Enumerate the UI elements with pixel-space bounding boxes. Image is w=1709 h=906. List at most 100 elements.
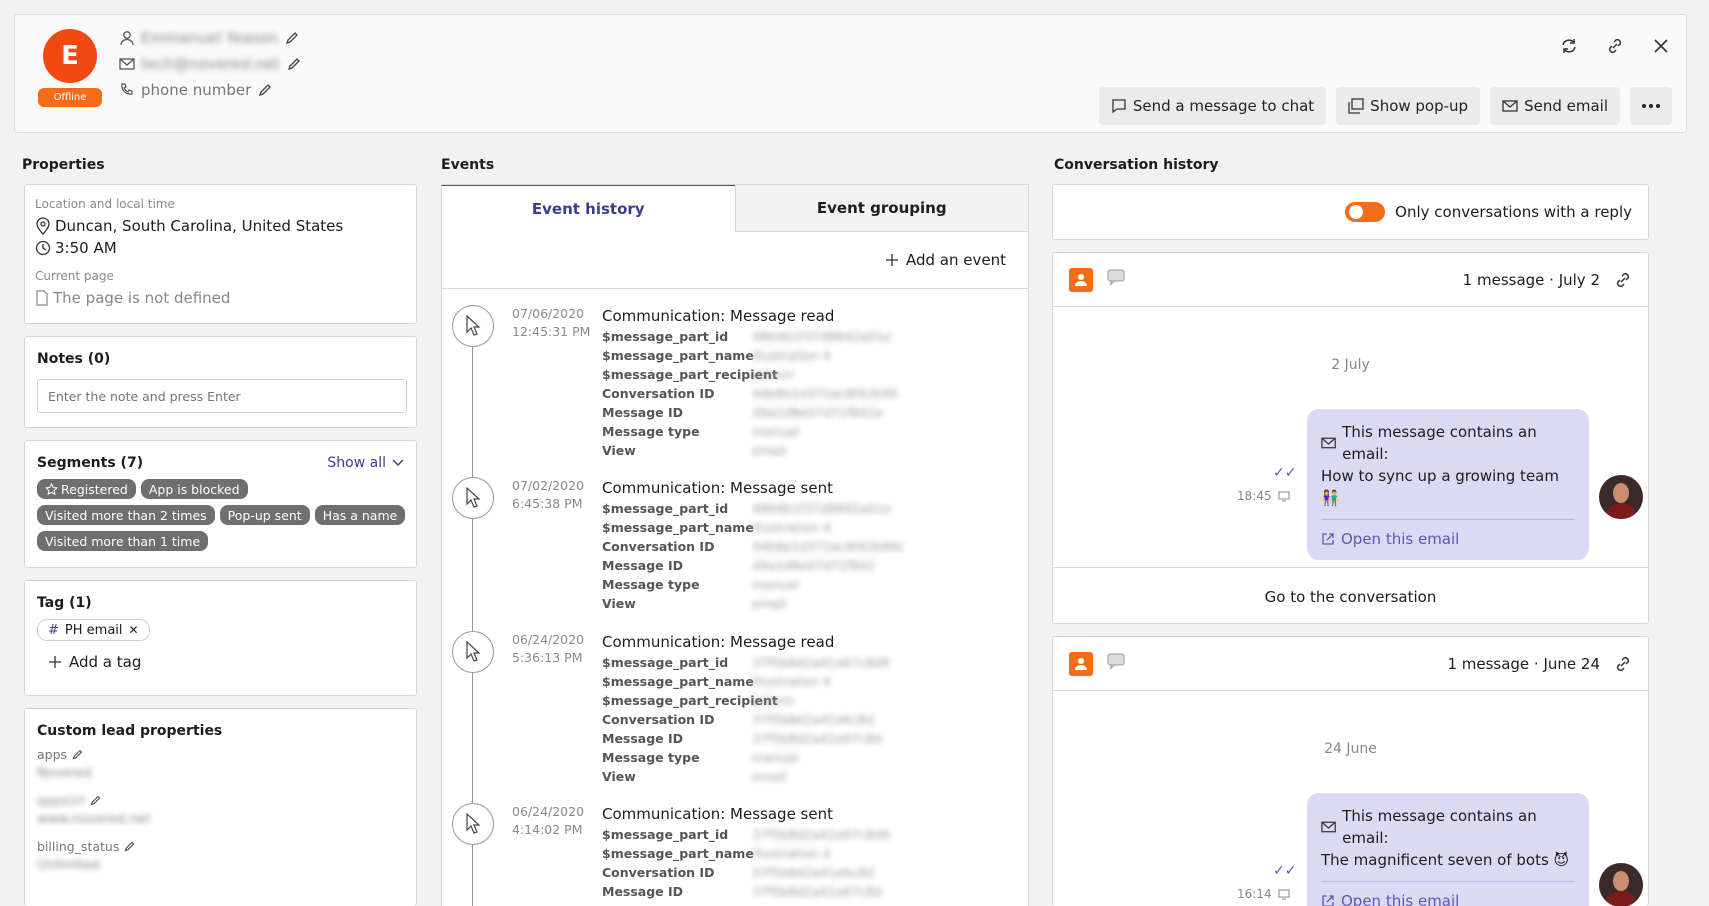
phone-row: phone number (119, 81, 273, 99)
conversation-meta: 1 message · July 2 (1462, 270, 1600, 289)
segment-chip[interactable]: Visited more than 2 times (37, 505, 215, 525)
segment-chip[interactable]: Pop-up sent (219, 505, 310, 525)
conversations-title: Conversation history (1054, 157, 1219, 173)
star-icon (45, 482, 58, 495)
link-icon[interactable] (1614, 655, 1632, 673)
open-email-link[interactable]: Open this email (1321, 530, 1575, 548)
link-icon[interactable] (1614, 271, 1632, 289)
bubble-divider (1321, 519, 1575, 520)
more-icon (1642, 104, 1660, 108)
edit-property-icon[interactable] (71, 748, 84, 761)
chevron-down-icon (392, 459, 404, 467)
chat-bubble-icon (1107, 653, 1127, 675)
property-value: Juliann (752, 367, 795, 382)
edit-email-icon[interactable] (286, 56, 302, 72)
property-key: $message_part_recipient (602, 367, 778, 382)
segment-chip[interactable]: Has a name (314, 505, 406, 525)
custom-property-key-row: billing_status (37, 839, 404, 854)
show-all-segments[interactable]: Show all (327, 455, 404, 471)
event-title: Communication: Message read (602, 633, 835, 651)
property-key: View (602, 769, 636, 784)
event-time: 6:45:38 PM (512, 496, 583, 511)
property-value: Illustration 4 (752, 348, 831, 363)
message-time-row: 16:14 (1237, 887, 1290, 901)
external-link-icon (1322, 533, 1334, 545)
more-actions-button[interactable] (1630, 87, 1672, 125)
property-value: 37f5b8d2a41e6c8d (752, 712, 875, 727)
close-icon[interactable] (1650, 35, 1672, 57)
property-key: Conversation ID (602, 386, 715, 401)
location-card: Location and local time Duncan, South Ca… (24, 184, 417, 324)
property-value: email (752, 443, 787, 458)
remove-tag-icon[interactable]: ✕ (129, 623, 139, 637)
mail-icon (1321, 437, 1336, 449)
property-value: Illustration 4 (752, 674, 831, 689)
reply-filter-label: Only conversations with a reply (1395, 203, 1632, 221)
lead-email: tech@novered.net (141, 55, 280, 73)
event-property: $message_part_id 37f5b8d2a41e67c8d9 (602, 653, 890, 672)
event-properties: $message_part_id 37f5b8d2a41e67c8d9 $mess… (602, 825, 890, 901)
event-property: View email (602, 767, 890, 786)
events-panel: Event history Event grouping Add an even… (441, 184, 1029, 906)
go-to-conversation-button[interactable]: Go to the conversation (1053, 567, 1648, 625)
property-value: Juliann (752, 693, 795, 708)
event-property: Message ID 49a1d8e07d71f842 (602, 556, 905, 575)
event-properties: $message_part_id 37f5b8d2a41e67c8d9 $mess… (602, 653, 890, 786)
read-receipt-icon: ✓✓ (1273, 465, 1297, 481)
send-email-button[interactable]: Send email (1490, 87, 1620, 125)
segment-chip[interactable]: App is blocked (140, 479, 248, 499)
link-icon[interactable] (1604, 35, 1626, 57)
property-value: 37f5b8d2a41e6c8d (752, 865, 875, 880)
property-value: email (752, 769, 787, 784)
edit-property-icon[interactable] (123, 840, 136, 853)
message-bubble: This message contains an email: How to s… (1307, 409, 1589, 560)
segment-chip[interactable]: Visited more than 1 time (37, 531, 209, 551)
event-title: Communication: Message read (602, 307, 835, 325)
refresh-icon[interactable] (1558, 35, 1580, 57)
send-chat-button[interactable]: Send a message to chat (1098, 87, 1327, 125)
tag-chip[interactable]: # PH email ✕ (37, 619, 150, 641)
add-event-button[interactable]: Add an event (442, 232, 1028, 289)
phone-placeholder[interactable]: phone number (141, 81, 251, 99)
property-key: Message ID (602, 884, 684, 899)
custom-property-key: apps (37, 747, 68, 762)
custom-property: appsUrl www.novered.net (37, 793, 404, 827)
event-title: Communication: Message sent (602, 479, 833, 497)
custom-properties-title: Custom lead properties (37, 723, 223, 739)
send-chat-label: Send a message to chat (1132, 97, 1315, 115)
add-tag-label: Add a tag (69, 653, 142, 671)
property-value: 4864b1f37d8842a01e (752, 501, 892, 516)
time-row: 3:50 AM (35, 239, 406, 257)
event-property: Conversation ID 44b8e1d372ac8f42b99 (602, 384, 898, 403)
property-value: 4864b1f37d8842a01e (752, 329, 892, 344)
tab-event-grouping[interactable]: Event grouping (734, 185, 1028, 232)
segment-chip[interactable]: Registered (37, 479, 136, 499)
edit-phone-icon[interactable] (257, 82, 273, 98)
property-value: manual (752, 424, 799, 439)
note-input[interactable] (37, 379, 407, 413)
tab-event-history[interactable]: Event history (442, 185, 735, 232)
header-icons (1558, 35, 1672, 57)
current-page-label: Current page (35, 269, 114, 283)
conversation-filter: Only conversations with a reply (1052, 184, 1649, 240)
property-key: $message_part_name (602, 348, 754, 363)
property-key: $message_part_name (602, 846, 754, 861)
local-time: 3:50 AM (55, 239, 117, 257)
show-popup-button[interactable]: Show pop-up (1336, 87, 1481, 125)
open-email-link[interactable]: Open this email (1321, 892, 1575, 906)
edit-name-icon[interactable] (284, 30, 300, 46)
conversation-meta: 1 message · June 24 (1447, 654, 1600, 673)
event-time: 5:36:13 PM (512, 650, 583, 665)
edit-property-icon[interactable] (89, 794, 102, 807)
property-value: 37f5b8d2a41e67c8d9 (752, 655, 890, 670)
event-property: Conversation ID 37f5b8d2a41e6c8d (602, 863, 890, 882)
send-email-label: Send email (1524, 97, 1608, 115)
event-property: Conversation ID 37f5b8d2a41e6c8d (602, 710, 890, 729)
add-tag-button[interactable]: Add a tag (49, 653, 404, 671)
custom-property-key-row: appsUrl (37, 793, 404, 808)
mail-icon (1502, 100, 1518, 112)
tags-title: Tag (1) (37, 595, 92, 611)
property-key: $message_part_name (602, 674, 754, 689)
property-key: Message ID (602, 731, 684, 746)
reply-filter-toggle[interactable] (1345, 202, 1386, 222)
